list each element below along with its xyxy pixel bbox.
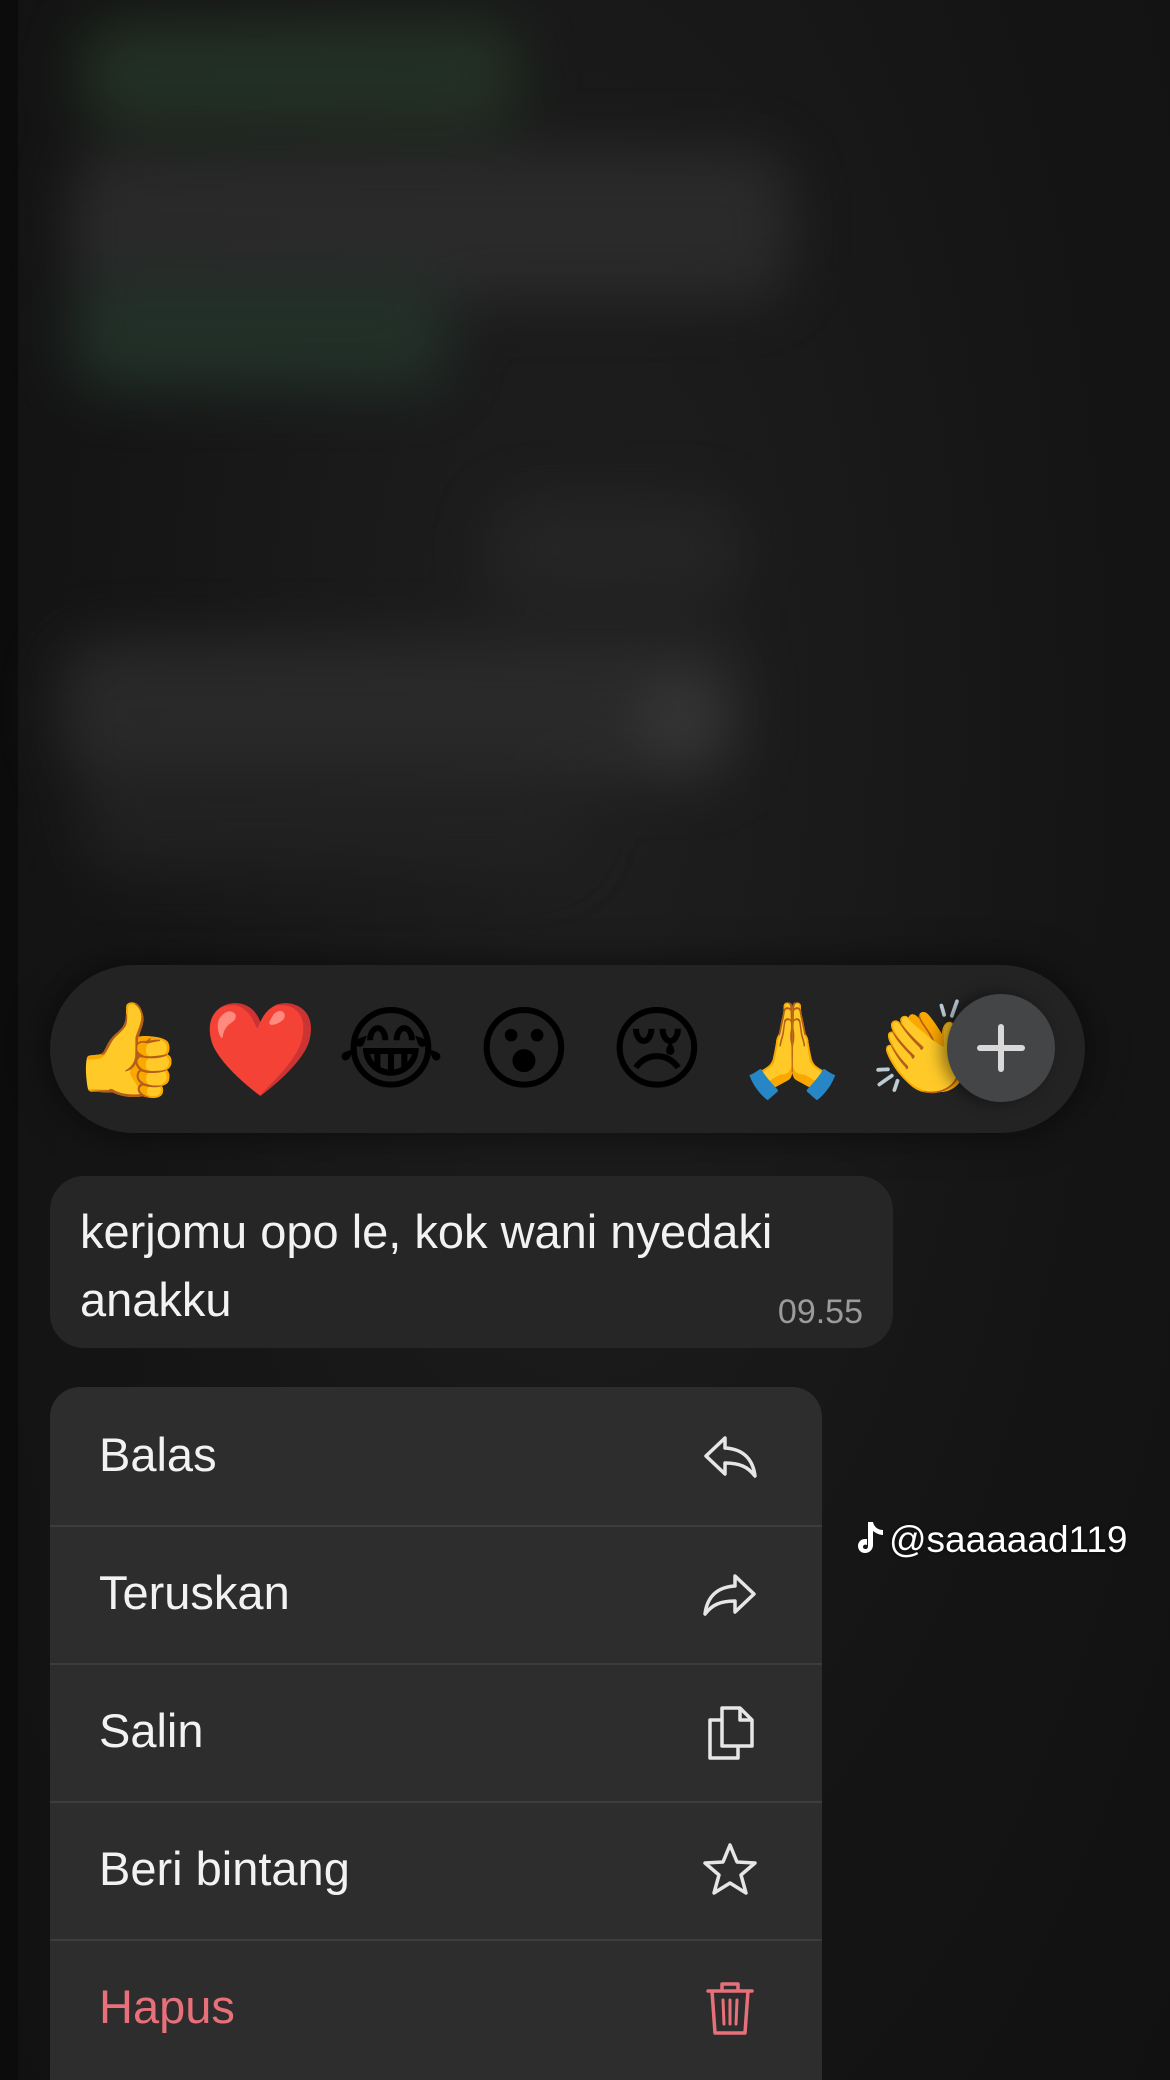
menu-item-reply[interactable]: Balas <box>50 1387 822 1527</box>
more-reactions-button[interactable] <box>947 994 1055 1102</box>
tiktok-logo-icon <box>858 1522 883 1553</box>
message-text: kerjomu opo le, kok wani nyedaki anakku <box>80 1205 773 1326</box>
reply-icon <box>704 1436 757 1478</box>
reaction-surprised[interactable]: 😮 <box>469 995 579 1105</box>
reaction-bar: 👍 ❤️ 😂 😮 😢 🙏 👏 <box>50 965 1085 1133</box>
watermark-handle: @saaaaad119 <box>889 1519 1128 1560</box>
menu-item-copy[interactable]: Salin <box>50 1663 822 1803</box>
menu-item-label: Salin <box>99 1704 204 1757</box>
menu-item-label: Hapus <box>99 1980 235 2033</box>
tiktok-watermark: @saaaaad119 <box>855 1518 1128 1562</box>
menu-item-label: Beri bintang <box>99 1842 350 1895</box>
star-icon <box>703 1843 757 1895</box>
forward-icon <box>703 1574 756 1616</box>
reaction-red-heart[interactable]: ❤️ <box>203 995 318 1105</box>
menu-item-star[interactable]: Beri bintang <box>50 1801 822 1941</box>
copy-icon <box>708 1706 754 1760</box>
menu-item-label: Balas <box>99 1428 217 1481</box>
reaction-tears-of-joy[interactable]: 😂 <box>336 995 446 1105</box>
message-bubble[interactable]: kerjomu opo le, kok wani nyedaki anakku … <box>50 1176 893 1348</box>
menu-item-label: Teruskan <box>99 1566 290 1619</box>
reaction-folded-hands[interactable]: 🙏 <box>735 995 850 1105</box>
message-context-menu: Balas Teruskan Salin Beri bintang Hapus <box>50 1387 822 2080</box>
reaction-thumbs-up[interactable]: 👍 <box>70 995 185 1105</box>
trash-icon <box>706 1982 754 2035</box>
menu-item-forward[interactable]: Teruskan <box>50 1525 822 1665</box>
screen: 👍 ❤️ 😂 😮 😢 🙏 👏 kerjomu opo le, kok wani … <box>0 0 1170 2080</box>
reaction-crying[interactable]: 😢 <box>602 995 712 1105</box>
menu-item-delete[interactable]: Hapus <box>50 1939 822 2077</box>
message-time: 09.55 <box>777 1293 863 1331</box>
